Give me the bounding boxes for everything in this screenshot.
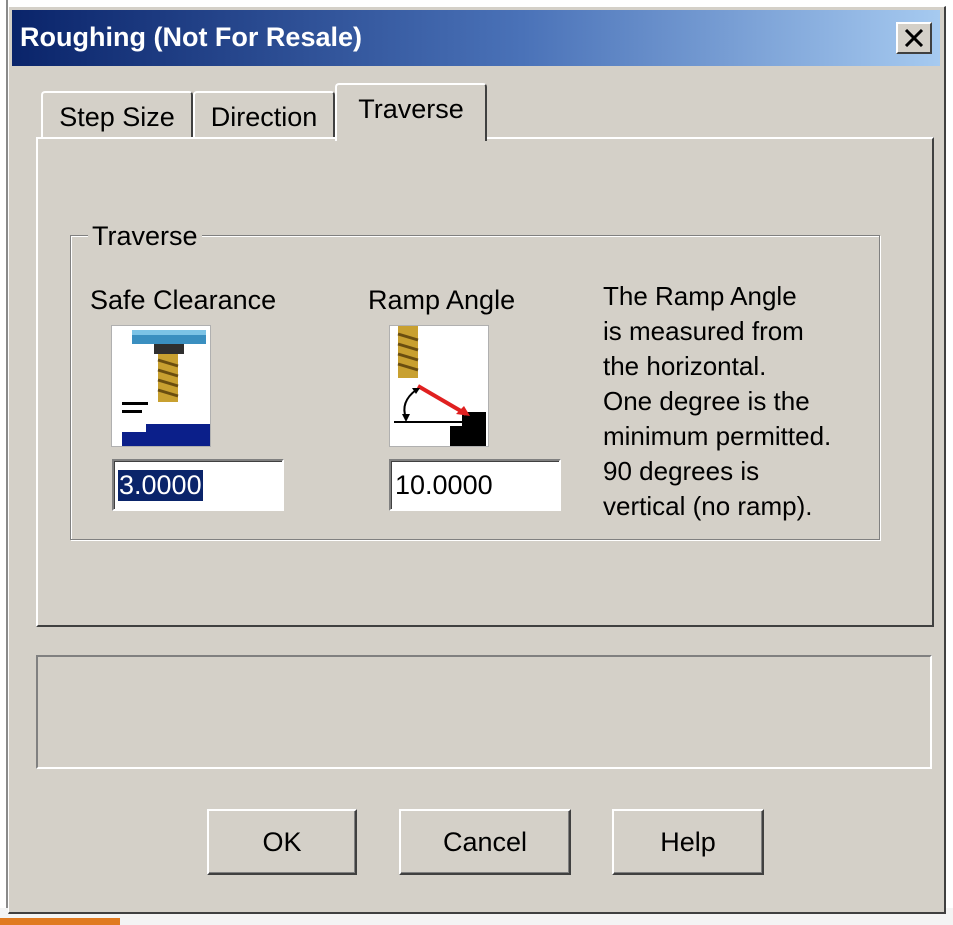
- tab-step-size[interactable]: Step Size: [41, 91, 193, 141]
- status-panel: [36, 655, 932, 769]
- tab-direction-label: Direction: [210, 101, 318, 132]
- tab-step-size-label: Step Size: [59, 101, 175, 132]
- safe-clearance-image: [111, 325, 211, 447]
- cancel-button[interactable]: Cancel: [399, 809, 571, 875]
- tab-traverse[interactable]: Traverse: [335, 83, 487, 141]
- background-accent: [0, 918, 120, 925]
- help-button-label: Help: [660, 826, 716, 857]
- traverse-group-label: Traverse: [88, 221, 202, 252]
- description-line: minimum permitted.: [603, 421, 832, 451]
- ramp-angle-input[interactable]: 10.0000: [389, 459, 561, 511]
- safe-clearance-input[interactable]: 3.0000: [112, 459, 284, 511]
- safe-clearance-value: 3.0000: [117, 468, 204, 502]
- description-line: The Ramp Angle: [603, 281, 797, 311]
- title-bar[interactable]: Roughing (Not For Resale): [12, 10, 940, 66]
- safe-clearance-label: Safe Clearance: [90, 285, 277, 315]
- tab-direction[interactable]: Direction: [193, 91, 335, 141]
- help-button[interactable]: Help: [612, 809, 764, 875]
- cancel-button-label: Cancel: [442, 826, 528, 857]
- ok-button-label: OK: [262, 826, 302, 857]
- description-line: One degree is the: [603, 386, 810, 416]
- ramp-angle-tool-icon: [394, 326, 486, 446]
- description-line: 90 degrees is: [603, 456, 760, 486]
- ramp-angle-value: 10.0000: [395, 469, 493, 500]
- safe-clearance-tool-icon: [122, 330, 210, 446]
- roughing-dialog: Roughing (Not For Resale) Step Size Dire…: [8, 6, 946, 914]
- traverse-tab-panel: Traverse Safe Clearance 3.0000 Ramp Angl…: [36, 137, 934, 627]
- tab-traverse-label: Traverse: [358, 93, 464, 124]
- ramp-angle-label: Ramp Angle: [368, 285, 516, 315]
- close-button[interactable]: [896, 22, 932, 54]
- window-title: Roughing (Not For Resale): [20, 22, 362, 52]
- ok-button[interactable]: OK: [207, 809, 357, 875]
- description-line: the horizontal.: [603, 351, 767, 381]
- ramp-angle-image: [389, 325, 489, 447]
- ramp-angle-description: The Ramp Angle is measured from the hori…: [603, 279, 863, 524]
- description-line: is measured from: [603, 316, 804, 346]
- close-icon: [904, 29, 924, 47]
- description-line: vertical (no ramp).: [603, 491, 813, 521]
